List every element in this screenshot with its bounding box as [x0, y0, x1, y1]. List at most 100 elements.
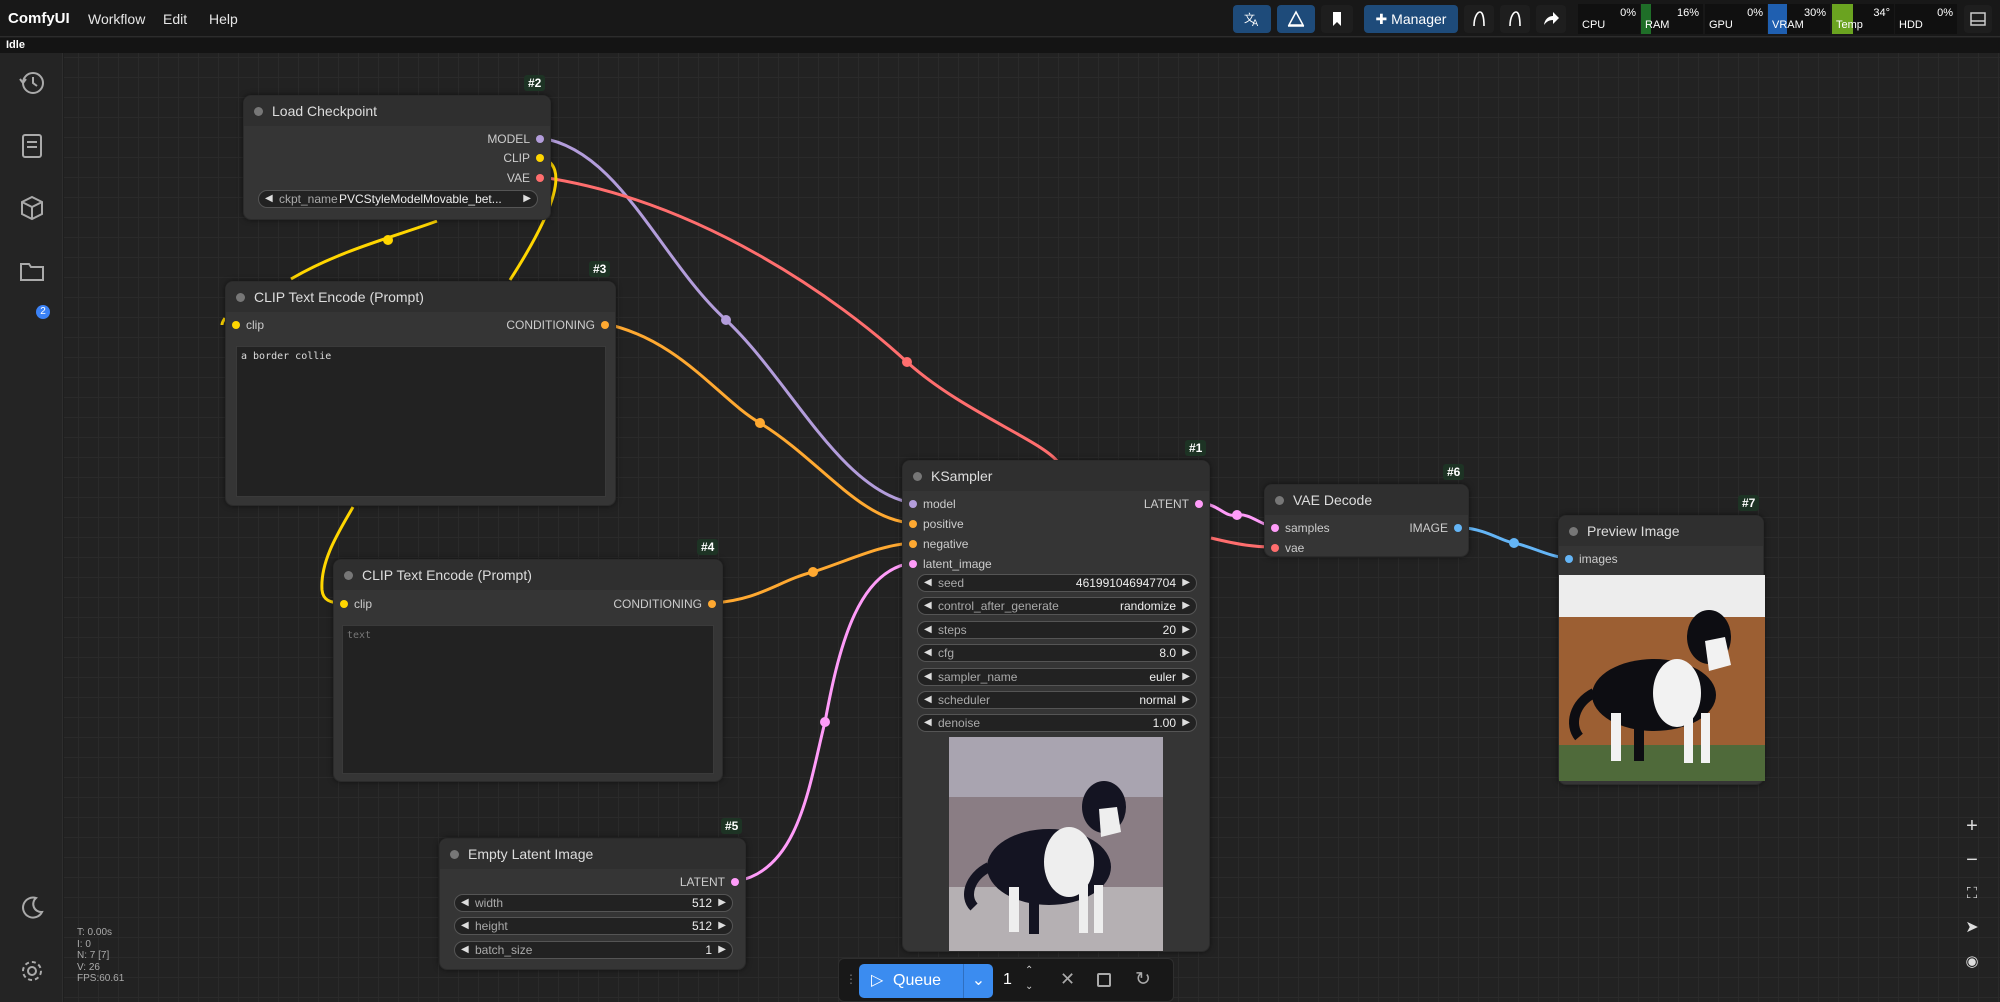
ckpt-name-combo[interactable]: ◀ ckpt_name PVCStyleModelMovable_bet... …	[258, 190, 538, 208]
node-clip-text-encode-negative[interactable]: CLIP Text Encode (Prompt) clip CONDITION…	[333, 559, 723, 782]
node-vae-decode[interactable]: VAE Decode samples vae IMAGE	[1264, 484, 1469, 557]
arrow-left-icon[interactable]: ◀	[924, 715, 932, 731]
arrow-right-icon[interactable]: ▶	[1182, 715, 1190, 731]
node-title[interactable]: CLIP Text Encode (Prompt)	[226, 282, 615, 312]
refresh-icon[interactable]: ↻	[1135, 968, 1151, 991]
arrow-right-icon[interactable]: ▶	[1182, 645, 1190, 661]
manager-button[interactable]: ✚ Manager	[1364, 5, 1458, 33]
widget-batch-size[interactable]: ◀ batch_size 1 ▶	[454, 940, 733, 959]
arrow-left-icon[interactable]: ◀	[924, 575, 932, 591]
output-model-socket[interactable]	[536, 135, 544, 143]
input-positive-socket[interactable]	[909, 520, 917, 528]
arrow-right-icon[interactable]: ▶	[523, 191, 531, 207]
node-load-checkpoint[interactable]: Load Checkpoint MODEL CLIP VAE ◀ ckpt_na…	[243, 95, 551, 220]
chevron-down-icon[interactable]: ⌄	[963, 964, 993, 998]
menu-workflow[interactable]: Workflow	[88, 11, 145, 27]
node-ksampler[interactable]: KSampler model positive negative latent_…	[902, 460, 1210, 952]
input-latent-image-socket[interactable]	[909, 560, 917, 568]
zoom-in-icon[interactable]: +	[1960, 814, 1984, 838]
node-preview-image[interactable]: Preview Image images	[1558, 515, 1765, 785]
arrow-right-icon[interactable]: ▶	[1182, 692, 1190, 708]
node-title[interactable]: CLIP Text Encode (Prompt)	[334, 560, 722, 590]
widget-width[interactable]: ◀ width 512 ▶	[454, 894, 733, 912]
widget-scheduler[interactable]: ◀ scheduler normal ▶	[917, 691, 1197, 709]
node-title[interactable]: Preview Image	[1559, 516, 1763, 546]
node-title[interactable]: VAE Decode	[1265, 485, 1468, 515]
folder-icon[interactable]	[18, 257, 46, 285]
settings-gear-icon[interactable]	[18, 957, 46, 985]
input-vae-socket[interactable]	[1271, 544, 1279, 552]
widget-denoise[interactable]: ◀ denoise 1.00 ▶	[917, 714, 1197, 733]
prompt-textarea[interactable]: a border collie	[236, 346, 606, 497]
input-clip-socket[interactable]	[232, 321, 240, 329]
queue-label: Queue	[893, 972, 942, 989]
widget-height[interactable]: ◀ height 512 ▶	[454, 917, 733, 936]
model-button-b[interactable]	[1500, 5, 1530, 33]
output-conditioning-socket[interactable]	[708, 600, 716, 608]
widget-seed[interactable]: ◀ seed 461991046947704 ▶	[917, 574, 1197, 592]
arrow-left-icon[interactable]: ◀	[461, 918, 469, 934]
input-model-socket[interactable]	[909, 500, 917, 508]
model-library-cube-icon[interactable]	[18, 194, 46, 222]
zoom-out-icon[interactable]: −	[1960, 848, 1984, 872]
arrow-left-icon[interactable]: ◀	[924, 692, 932, 708]
toggle-links-eye-icon[interactable]: ◉	[1960, 950, 1984, 974]
arrow-left-icon[interactable]: ◀	[924, 622, 932, 638]
arrow-left-icon[interactable]: ◀	[265, 191, 273, 207]
arrow-left-icon[interactable]: ◀	[924, 645, 932, 661]
output-latent-socket[interactable]	[1195, 500, 1203, 508]
monitor-hdd: HDD 0%	[1895, 4, 1957, 34]
select-mode-icon[interactable]: ➤	[1960, 916, 1984, 940]
bookmark-button[interactable]	[1321, 5, 1353, 33]
node-library-icon[interactable]	[18, 132, 46, 160]
output-image-socket[interactable]	[1454, 524, 1462, 532]
input-negative-socket[interactable]	[909, 540, 917, 548]
node-empty-latent-image[interactable]: Empty Latent Image LATENT ◀ width 512 ▶ ◀ hei…	[439, 838, 746, 970]
arrow-left-icon[interactable]: ◀	[461, 895, 469, 911]
input-images-socket[interactable]	[1565, 555, 1573, 563]
moon-icon[interactable]	[18, 894, 46, 922]
prompt-textarea[interactable]: text	[342, 625, 714, 774]
panel-toggle-button[interactable]	[1964, 5, 1992, 33]
input-clip-socket[interactable]	[340, 600, 348, 608]
menu-edit[interactable]: Edit	[163, 11, 187, 27]
node-title[interactable]: Load Checkpoint	[244, 96, 550, 126]
arrow-left-icon[interactable]: ◀	[461, 942, 469, 958]
puzzle-icon: ✚	[1375, 11, 1392, 27]
arrow-right-icon[interactable]: ▶	[1182, 598, 1190, 614]
output-clip-socket[interactable]	[536, 154, 544, 162]
app-logo[interactable]: ComfyUI	[8, 10, 70, 27]
input-samples-socket[interactable]	[1271, 524, 1279, 532]
widget-sampler-name[interactable]: ◀ sampler_name euler ▶	[917, 667, 1197, 686]
arrow-right-icon[interactable]: ▶	[1182, 622, 1190, 638]
stepper-arrows-icon[interactable]: ⌃ ⌄	[1025, 963, 1033, 995]
fit-view-icon[interactable]: ⛶	[1960, 882, 1984, 906]
node-title[interactable]: Empty Latent Image	[440, 839, 745, 869]
cancel-icon[interactable]: ✕	[1060, 969, 1075, 990]
widget-control-after-generate[interactable]: ◀ control_after_generate randomize ▶	[917, 597, 1197, 616]
arrow-left-icon[interactable]: ◀	[924, 598, 932, 614]
model-button-a[interactable]	[1464, 5, 1494, 33]
menu-help[interactable]: Help	[209, 11, 238, 27]
share-button[interactable]	[1536, 5, 1566, 33]
translate-button[interactable]: 文A	[1233, 5, 1271, 33]
history-icon[interactable]	[18, 69, 46, 97]
output-vae-socket[interactable]	[536, 174, 544, 182]
arrow-right-icon[interactable]: ▶	[718, 895, 726, 911]
arrow-right-icon[interactable]: ▶	[1182, 575, 1190, 591]
queue-button[interactable]: ▷ Queue ⌄	[859, 964, 993, 998]
widget-cfg[interactable]: ◀ cfg 8.0 ▶	[917, 644, 1197, 663]
output-conditioning-socket[interactable]	[601, 321, 609, 329]
batch-count-input[interactable]: 1	[1003, 971, 1012, 989]
drag-handle-icon[interactable]: ⋮	[845, 972, 857, 986]
stop-icon[interactable]	[1097, 973, 1111, 987]
arrow-right-icon[interactable]: ▶	[718, 918, 726, 934]
node-title[interactable]: KSampler	[903, 461, 1209, 491]
widget-steps[interactable]: ◀ steps 20 ▶	[917, 620, 1197, 639]
arrow-left-icon[interactable]: ◀	[924, 669, 932, 685]
node-clip-text-encode-positive[interactable]: CLIP Text Encode (Prompt) clip CONDITION…	[225, 281, 616, 506]
arrow-right-icon[interactable]: ▶	[718, 942, 726, 958]
flash-button[interactable]	[1277, 5, 1315, 33]
output-latent-socket[interactable]	[731, 878, 739, 886]
arrow-right-icon[interactable]: ▶	[1182, 669, 1190, 685]
